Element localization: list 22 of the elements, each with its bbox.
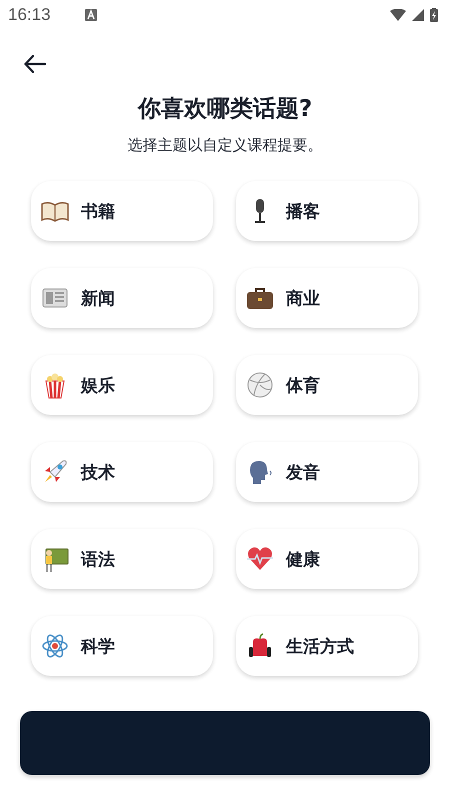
topic-card[interactable]: 商业 (236, 268, 418, 328)
signal-icon (412, 9, 424, 21)
topic-card[interactable]: 播客 (236, 181, 418, 241)
status-time: 16:13 (8, 5, 51, 25)
topic-card[interactable]: 发音 (236, 442, 418, 502)
topic-card[interactable]: 科学 (31, 616, 213, 676)
wifi-icon (390, 9, 406, 21)
topic-card[interactable]: 娱乐 (31, 355, 213, 415)
topic-card[interactable]: 体育 (236, 355, 418, 415)
topic-card[interactable]: 健康 (236, 529, 418, 589)
notification-icon (84, 9, 97, 21)
back-arrow-icon[interactable] (24, 55, 46, 73)
topic-card[interactable]: 生活方式 (236, 616, 418, 676)
topic-card[interactable]: 语法 (31, 529, 213, 589)
atom-icon (41, 632, 69, 660)
page-subtitle: 选择主题以自定义课程提要。 (126, 136, 324, 155)
battery-icon (430, 8, 438, 22)
topic-card[interactable]: 新闻 (31, 268, 213, 328)
page-title: 你喜欢哪类话题? (136, 95, 314, 124)
topic-card[interactable]: 书籍 (31, 181, 213, 241)
topic-card[interactable]: 技术 (31, 442, 213, 502)
volleyball-icon (246, 371, 274, 399)
